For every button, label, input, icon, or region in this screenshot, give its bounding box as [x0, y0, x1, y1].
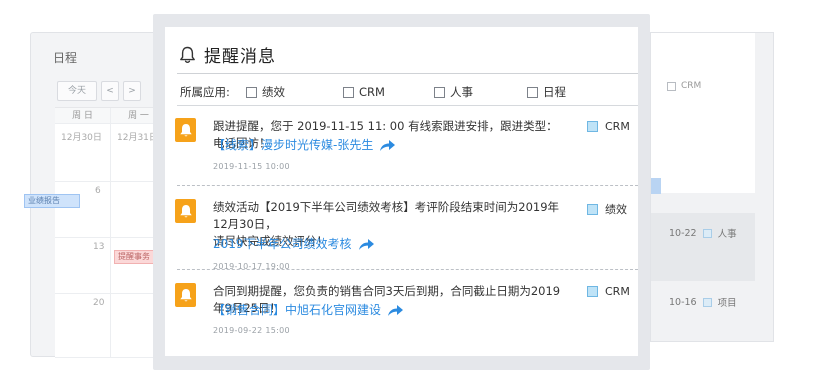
calendar-event[interactable]: 提醒事务 [114, 250, 154, 264]
weekday-header: 周 日 [55, 108, 111, 124]
calendar-grid: 周 日 周 一 12月30日 12月31日 6 13 20 [55, 107, 167, 358]
tag-square-icon [702, 297, 712, 307]
share-arrow-icon [388, 304, 404, 316]
link-text: 2019下半年公司绩效考核 [213, 237, 352, 251]
reminder-item[interactable]: 绩效活动【2019下半年公司绩效考核】考评阶段结束时间为2019年12月30日，… [175, 199, 630, 271]
date-label: 12月31日 [117, 133, 158, 143]
schedule-row[interactable]: 10-22 人事 [669, 226, 737, 241]
checkbox-icon [343, 86, 354, 98]
panel-band [651, 213, 755, 281]
filter-crm[interactable]: CRM [343, 85, 434, 99]
reminder-time: 2019-09-22 15:00 [213, 326, 290, 335]
row-label: 人事 [717, 229, 737, 240]
filter-option-label: 绩效 [262, 85, 285, 99]
event-bar [651, 178, 661, 194]
filter-option-label: CRM [359, 85, 385, 99]
app-tag-label: CRM [605, 285, 630, 298]
reminder-link[interactable]: 【销售合同】中旭石化官网建设 [213, 301, 404, 318]
link-text: 【线索】漫步时光传媒-张先生 [213, 138, 374, 152]
next-button[interactable]: > [123, 81, 141, 101]
checkbox-icon [527, 86, 538, 98]
app-tag-label: CRM [605, 120, 630, 133]
reminder-popup: 提醒消息 所属应用: 绩效 CRM 人事 日程 跟进提醒，您于 2019-11-… [165, 27, 638, 356]
bell-icon [179, 288, 192, 301]
reminder-item[interactable]: 跟进提醒，您于 2019-11-15 11: 00 有线索跟进安排，跟进类型：电… [175, 118, 630, 178]
checkbox-icon [434, 86, 445, 98]
background-right-panel: CRM 10-22 人事 10-16 项目 [650, 32, 774, 342]
popup-header: 提醒消息 [179, 42, 276, 67]
today-button[interactable]: 今天 [57, 81, 97, 101]
header-divider [177, 73, 638, 74]
app-tag-label: 绩效 [605, 203, 627, 216]
filter-label: 所属应用: [180, 85, 230, 99]
app-tag: CRM [587, 120, 630, 133]
link-text: 【销售合同】中旭石化官网建设 [213, 303, 382, 317]
share-arrow-icon [358, 238, 374, 250]
item-divider [177, 185, 638, 186]
panel-area [651, 33, 755, 193]
bell-badge-icon [175, 199, 196, 223]
reminder-link[interactable]: 2019下半年公司绩效考核 [213, 235, 375, 252]
app-tag: 绩效 [587, 201, 627, 217]
bell-icon [179, 204, 192, 217]
filter-divider [177, 105, 638, 106]
bell-badge-icon [175, 283, 196, 307]
date-label: 20 [93, 298, 105, 308]
tag-square-icon [587, 286, 598, 297]
reminder-text-line: 绩效活动【2019下半年公司绩效考核】考评阶段结束时间为2019年12月30日， [213, 200, 560, 231]
app-tag: CRM [587, 285, 630, 298]
app-filter-row: 所属应用: 绩效 CRM 人事 日程 [180, 81, 630, 103]
filter-hr[interactable]: 人事 [434, 84, 527, 100]
reminder-time: 2019-11-15 10:00 [213, 162, 290, 171]
reminder-link[interactable]: 【线索】漫步时光传媒-张先生 [213, 136, 396, 153]
calendar-cell[interactable] [55, 182, 111, 238]
bell-icon [179, 123, 192, 136]
calendar-title: 日程 [53, 51, 78, 65]
calendar-event[interactable]: 业绩报告 [24, 194, 80, 208]
filter-schedule[interactable]: 日程 [527, 84, 566, 100]
bell-icon [180, 46, 195, 63]
filter-label: CRM [681, 81, 702, 91]
tag-square-icon [587, 203, 598, 215]
filter-option-label: 人事 [450, 85, 473, 99]
date-label: 12月30日 [61, 133, 102, 143]
reminder-item[interactable]: 合同到期提醒，您负责的销售合同3天后到期，合同截止日期为2019年9月25日！ … [175, 283, 630, 343]
prev-button[interactable]: < [101, 81, 119, 101]
filter-performance[interactable]: 绩效 [246, 84, 343, 100]
row-date: 10-16 [669, 296, 697, 308]
checkbox-icon [667, 81, 676, 91]
share-arrow-icon [380, 139, 396, 151]
date-label: 13 [93, 242, 105, 252]
row-date: 10-22 [669, 227, 697, 239]
filter-crm-checkbox[interactable]: CRM [667, 81, 701, 91]
bell-badge-icon [175, 118, 196, 142]
popup-title: 提醒消息 [204, 47, 276, 67]
checkbox-icon [246, 86, 257, 98]
filter-option-label: 日程 [543, 85, 566, 99]
tag-square-icon [702, 228, 712, 238]
row-label: 项目 [717, 298, 737, 309]
item-divider [177, 269, 638, 270]
tag-square-icon [587, 121, 598, 132]
date-label: 6 [95, 186, 101, 196]
schedule-row[interactable]: 10-16 项目 [669, 295, 737, 310]
calendar-toolbar: 今天 < > [57, 81, 141, 101]
